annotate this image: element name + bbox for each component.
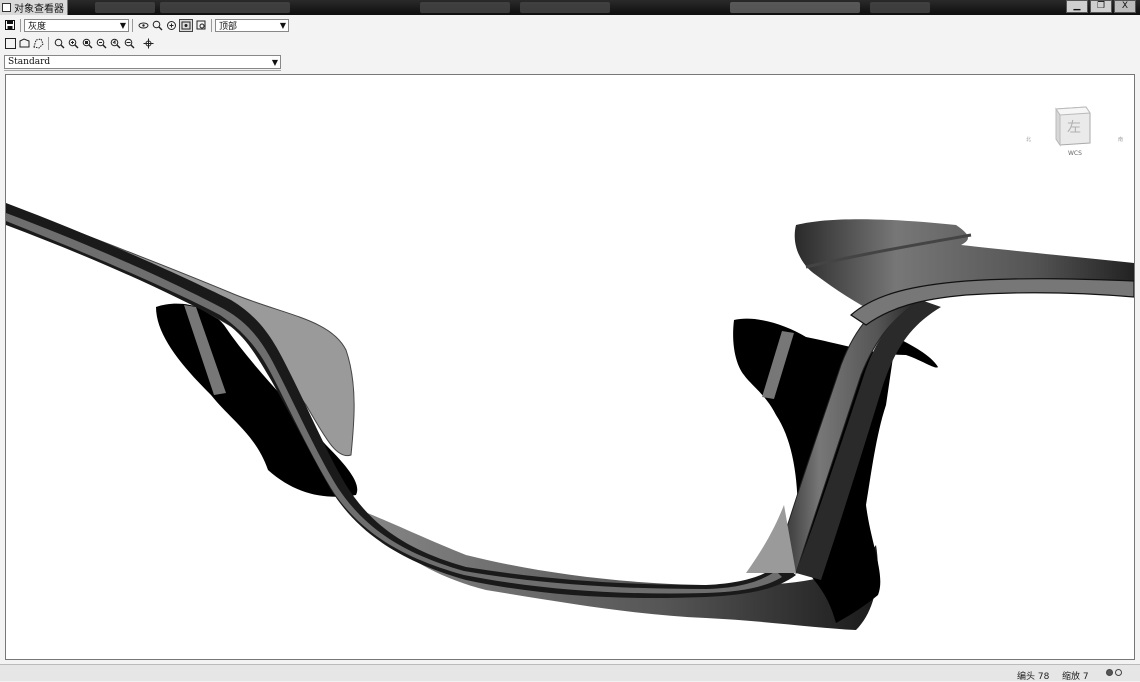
taskbar-blur-3 xyxy=(420,2,510,13)
box-select-icon[interactable] xyxy=(4,37,16,49)
named-view-value: Standard xyxy=(8,57,51,67)
status-bar: 编头 78 缩放 7 xyxy=(0,664,1140,682)
compass-left-label: 北 xyxy=(1026,137,1032,143)
maximize-button[interactable]: ❐ xyxy=(1090,0,1112,13)
zoom-icon[interactable] xyxy=(53,37,65,49)
save-icon[interactable] xyxy=(4,19,16,31)
preview-icon[interactable] xyxy=(195,19,207,31)
lasso-select-icon[interactable] xyxy=(32,37,44,49)
status-left: 编头 78 xyxy=(1017,672,1050,682)
taskbar-blur-5 xyxy=(730,2,860,13)
window-title-chip[interactable]: 对象查看器 xyxy=(0,0,68,15)
window-title: 对象查看器 xyxy=(14,4,64,15)
toolbar-row-3: Standard ▼ xyxy=(4,55,281,71)
zoom-in-icon[interactable] xyxy=(67,37,79,49)
visual-style-value: 灰度 xyxy=(28,21,47,32)
zoom-extents-icon[interactable] xyxy=(123,37,135,49)
zoom-realtime-icon[interactable] xyxy=(151,19,163,31)
compass-right-label: 南 xyxy=(1118,137,1124,143)
view-dropdown[interactable]: 顶部 ▼ xyxy=(215,18,289,32)
zoom-window-icon[interactable] xyxy=(81,37,93,49)
center-icon[interactable] xyxy=(142,37,154,49)
status-right: 缩放 7 xyxy=(1062,672,1089,682)
taskbar-blur-4 xyxy=(520,2,610,13)
view-cube-toggle-icon[interactable] xyxy=(179,18,193,32)
app-icon xyxy=(2,3,11,12)
wcs-label[interactable]: WCS xyxy=(1068,150,1082,157)
separator xyxy=(48,36,49,50)
view-cube[interactable]: 左 北 南 WCS xyxy=(1026,103,1126,163)
taskbar-blur-2 xyxy=(160,2,290,13)
separator xyxy=(132,18,133,32)
pan-icon[interactable] xyxy=(165,19,177,31)
zoom-previous-icon[interactable] xyxy=(109,37,121,49)
model-viewport[interactable]: 左 北 南 WCS xyxy=(5,74,1135,660)
view-cube-face-label: 左 xyxy=(1067,120,1081,136)
zoom-out-icon[interactable] xyxy=(95,37,107,49)
taskbar-blur-1 xyxy=(95,2,155,13)
chevron-down-icon: ▼ xyxy=(271,57,278,67)
status-dot-empty-icon xyxy=(1115,669,1122,676)
toolbar-row-1: 灰度 ▼ 顶部 ▼ xyxy=(0,16,1140,34)
window-select-icon[interactable] xyxy=(18,37,30,49)
named-view-dropdown[interactable]: Standard ▼ xyxy=(4,55,281,69)
terrain-surface xyxy=(6,203,1134,630)
taskbar-blur-6 xyxy=(870,2,930,13)
status-indicators[interactable] xyxy=(1106,669,1122,676)
divider xyxy=(4,70,281,71)
separator xyxy=(211,18,212,32)
chevron-down-icon: ▼ xyxy=(119,20,126,30)
right-plateau-top xyxy=(794,219,1134,313)
orbit-icon[interactable] xyxy=(137,19,149,31)
title-bar: 对象查看器 ▁ ❐ X xyxy=(0,0,1140,15)
minimize-button[interactable]: ▁ xyxy=(1066,0,1088,13)
toolbar-row-2 xyxy=(0,35,1140,51)
close-button[interactable]: X xyxy=(1114,0,1136,13)
view-value: 顶部 xyxy=(219,21,238,32)
visual-style-dropdown[interactable]: 灰度 ▼ xyxy=(24,18,129,32)
chevron-down-icon: ▼ xyxy=(279,20,286,30)
right-ascent-light xyxy=(746,505,796,573)
status-dot-filled-icon xyxy=(1106,669,1113,676)
separator xyxy=(20,18,21,32)
